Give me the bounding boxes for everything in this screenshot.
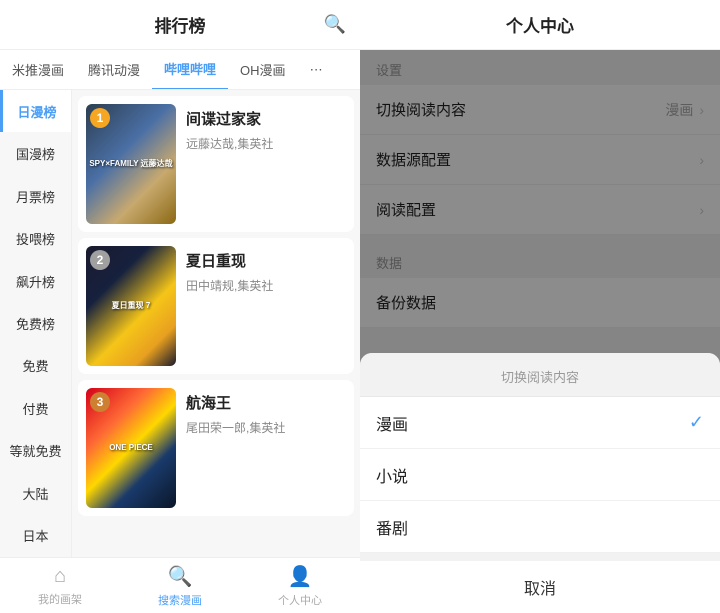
modal-drama-label: 番剧 <box>376 515 408 539</box>
right-wrapper: 设置 切换阅读内容 漫画 › 数据源配置 › 阅读配置 › 数据 备份数据 切换… <box>360 50 720 613</box>
cover-spy-text: SPY×FAMILY 远藤达哉 <box>89 159 172 169</box>
sidebar-item-japan2[interactable]: 日本 <box>0 515 71 557</box>
manga-info-3: 航海王 尾田荣一郎,集英社 <box>186 388 346 508</box>
tab-mituimanhua[interactable]: 米推漫画 <box>0 50 76 90</box>
cover-summer-text: 夏日重现 7 <box>112 301 151 311</box>
tab-more[interactable]: ⋯ <box>298 50 335 90</box>
right-header: 个人中心 <box>360 0 720 50</box>
modal-cancel-label: 取消 <box>524 575 556 599</box>
modal-manga-check: ✓ <box>689 412 704 433</box>
manga-list: 1 SPY×FAMILY 远藤达哉 间谍过家家 远藤达哉,集英社 2 夏日重现 … <box>72 90 360 557</box>
sidebar-item-feed[interactable]: 投喂榜 <box>0 217 71 259</box>
rank-badge-1: 1 <box>90 108 110 128</box>
sidebar-item-paid[interactable]: 付费 <box>0 387 71 429</box>
nav-home[interactable]: ⌂ 我的画架 <box>0 565 120 607</box>
rank-badge-3: 3 <box>90 392 110 412</box>
nav-search[interactable]: 🔍 搜索漫画 <box>120 564 240 608</box>
manga-author-3: 尾田荣一郎,集英社 <box>186 419 346 436</box>
nav-profile[interactable]: 👤 个人中心 <box>240 564 360 608</box>
manga-info-2: 夏日重现 田中靖规,集英社 <box>186 246 346 366</box>
modal-option-drama[interactable]: 番剧 <box>360 501 720 553</box>
profile-icon: 👤 <box>288 564 313 589</box>
modal-cancel-button[interactable]: 取消 <box>360 561 720 613</box>
right-panel: 个人中心 设置 切换阅读内容 漫画 › 数据源配置 › 阅读配置 › 数据 备份… <box>360 0 720 613</box>
right-title: 个人中心 <box>506 12 574 37</box>
cover-onepiece-text: ONE PIECE <box>109 443 153 453</box>
manga-author-1: 远藤达哉,集英社 <box>186 135 346 152</box>
search-nav-icon: 🔍 <box>168 564 193 589</box>
modal-novel-label: 小说 <box>376 463 408 487</box>
sidebar-item-china[interactable]: 国漫榜 <box>0 132 71 174</box>
rank-badge-2: 2 <box>90 250 110 270</box>
manga-cover-1: 1 SPY×FAMILY 远藤达哉 <box>86 104 176 224</box>
manga-title-3: 航海王 <box>186 392 346 413</box>
bottom-nav: ⌂ 我的画架 🔍 搜索漫画 👤 个人中心 <box>0 557 360 613</box>
sidebar-item-japan[interactable]: 日漫榜 <box>0 90 71 132</box>
sidebar-item-mainland[interactable]: 大陆 <box>0 472 71 514</box>
modal-manga-label: 漫画 <box>376 411 408 435</box>
tab-tencentanime[interactable]: 腾讯动漫 <box>76 50 152 90</box>
sidebar-item-free[interactable]: 免费榜 <box>0 302 71 344</box>
sidebar: 日漫榜 国漫榜 月票榜 投喂榜 飙升榜 免费榜 免费 付费 等就免费 大陆 日本 <box>0 90 72 557</box>
modal-header: 切换阅读内容 <box>360 353 720 397</box>
manga-info-1: 间谍过家家 远藤达哉,集英社 <box>186 104 346 224</box>
tabs-row: 米推漫画 腾讯动漫 哔哩哔哩 OH漫画 ⋯ <box>0 50 360 90</box>
sidebar-item-rising[interactable]: 飙升榜 <box>0 260 71 302</box>
nav-search-label: 搜索漫画 <box>158 592 202 608</box>
modal-option-novel[interactable]: 小说 <box>360 449 720 501</box>
tab-bilibili[interactable]: 哔哩哔哩 <box>152 50 228 90</box>
sidebar-item-monthly[interactable]: 月票榜 <box>0 175 71 217</box>
search-icon[interactable]: 🔍 <box>324 14 346 35</box>
home-icon: ⌂ <box>54 565 66 588</box>
manga-author-2: 田中靖规,集英社 <box>186 277 346 294</box>
manga-cover-2: 2 夏日重现 7 <box>86 246 176 366</box>
tab-ohmanhua[interactable]: OH漫画 <box>228 50 298 90</box>
manga-title-1: 间谍过家家 <box>186 108 346 129</box>
sidebar-item-equalfree[interactable]: 等就免费 <box>0 430 71 472</box>
manga-card-2[interactable]: 2 夏日重现 7 夏日重现 田中靖规,集英社 <box>78 238 354 374</box>
manga-card-1[interactable]: 1 SPY×FAMILY 远藤达哉 间谍过家家 远藤达哉,集英社 <box>78 96 354 232</box>
modal-sheet: 切换阅读内容 漫画 ✓ 小说 番剧 取消 <box>360 353 720 613</box>
content-area: 日漫榜 国漫榜 月票榜 投喂榜 飙升榜 免费榜 免费 付费 等就免费 大陆 日本… <box>0 90 360 557</box>
nav-profile-label: 个人中心 <box>278 592 322 608</box>
nav-home-label: 我的画架 <box>38 591 82 607</box>
manga-card-3[interactable]: 3 ONE PIECE 航海王 尾田荣一郎,集英社 <box>78 380 354 516</box>
modal-option-manga[interactable]: 漫画 ✓ <box>360 397 720 449</box>
sidebar-item-freetype[interactable]: 免费 <box>0 345 71 387</box>
manga-cover-3: 3 ONE PIECE <box>86 388 176 508</box>
left-panel: 排行榜 🔍 米推漫画 腾讯动漫 哔哩哔哩 OH漫画 ⋯ 日漫榜 国漫榜 月票榜 … <box>0 0 360 613</box>
left-header: 排行榜 🔍 <box>0 0 360 50</box>
left-title: 排行榜 <box>155 12 206 37</box>
manga-title-2: 夏日重现 <box>186 250 346 271</box>
